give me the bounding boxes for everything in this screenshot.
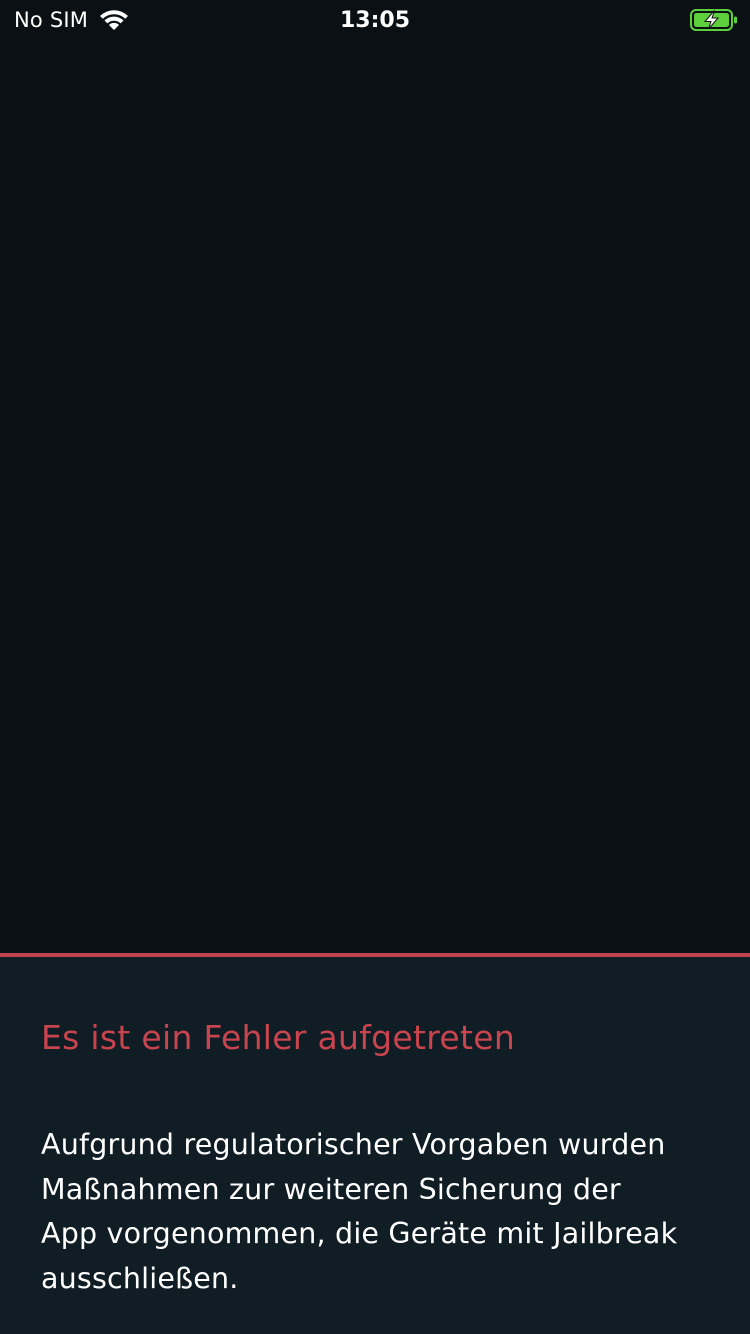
- error-panel: Es ist ein Fehler aufgetreten Aufgrund r…: [0, 953, 750, 1334]
- main-content-area: [0, 40, 750, 954]
- battery-charging-icon: [690, 9, 737, 31]
- error-message: Aufgrund regulatorischer Vorgaben wurden…: [41, 1128, 678, 1295]
- error-title: Es ist ein Fehler aufgetreten: [41, 1018, 516, 1057]
- status-bar: No SIM 13:05: [0, 0, 750, 40]
- status-time: 13:05: [339, 8, 411, 33]
